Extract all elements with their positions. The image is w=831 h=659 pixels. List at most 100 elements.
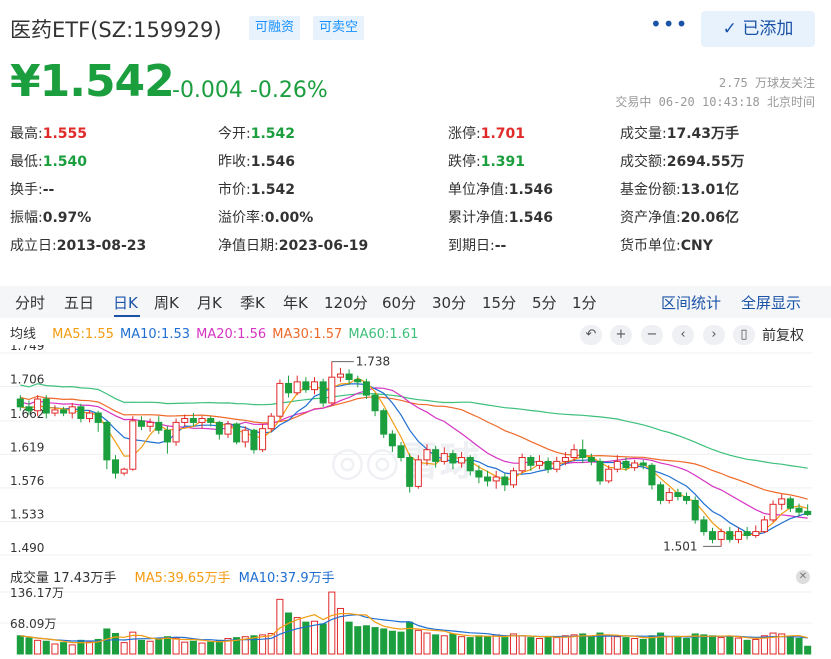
tag-margin-financing: 可融资: [249, 16, 301, 40]
volume-bar: [285, 612, 293, 655]
volume-bar: [371, 627, 379, 655]
range-stats-link[interactable]: 区间统计: [661, 292, 721, 313]
volume-bar: [293, 617, 301, 655]
volume-tick-label: 68.09万: [10, 617, 56, 631]
candle-body: [639, 462, 647, 466]
quote-value: 1.546: [508, 182, 554, 198]
volume-bar: [466, 637, 474, 655]
volume-bar: [354, 626, 362, 655]
volume-bar: [674, 637, 682, 655]
ma5-legend: MA5:1.55: [52, 327, 114, 342]
quote-item: 累计净值:1.546: [448, 207, 553, 227]
quote-label: 最高:: [10, 126, 43, 142]
fullscreen-link[interactable]: 全屏显示: [741, 292, 801, 313]
volume-bar: [60, 642, 68, 655]
candle-body: [207, 418, 215, 423]
quote-label: 单位净值:: [448, 182, 509, 198]
scroll-left-icon[interactable]: ‹: [672, 325, 694, 345]
volume-bar: [553, 637, 561, 655]
quote-item: 今开:1.542: [218, 123, 295, 143]
vol-ma10-line: [20, 614, 808, 642]
volume-bar: [406, 621, 414, 655]
candle-body: [319, 381, 327, 404]
volume-bar: [267, 633, 275, 655]
quote-value: 2013-08-23: [56, 238, 147, 254]
close-volume-icon[interactable]: ✕: [796, 570, 810, 584]
candle-body: [103, 421, 111, 461]
candle-body: [423, 449, 431, 461]
tab-0[interactable]: 分时: [15, 292, 45, 313]
candle-body: [302, 381, 310, 391]
volume-bar: [700, 634, 708, 655]
candle-body: [769, 503, 777, 521]
volume-bar: [639, 638, 647, 655]
volume-bar: [665, 636, 673, 655]
quote-label: 振幅:: [10, 210, 43, 226]
tab-11[interactable]: 5分: [532, 292, 557, 313]
volume-bar: [492, 634, 500, 655]
zoom-in-icon[interactable]: +: [610, 325, 632, 345]
more-icon[interactable]: •••: [650, 12, 688, 36]
volume-bar: [509, 633, 518, 655]
added-button-label: 已添加: [742, 19, 794, 39]
trading-status: 交易中 06-20 10:43:18 北京时间: [615, 95, 815, 109]
tab-7[interactable]: 120分: [324, 292, 368, 313]
quote-label: 涨停:: [448, 126, 481, 142]
candle-body: [172, 421, 180, 443]
tab-4[interactable]: 月K: [197, 292, 222, 313]
volume-chart[interactable]: 136.17万 68.09万: [0, 586, 831, 659]
candle-body: [665, 492, 673, 501]
zoom-out-icon[interactable]: −: [641, 325, 663, 345]
candle-body: [259, 428, 267, 451]
volume-bar: [423, 632, 431, 655]
candle-body: [146, 421, 154, 427]
candle-body: [648, 464, 656, 486]
quote-value: 0.00%: [264, 210, 314, 226]
vol-ma10-legend: MA10:37.9万手: [238, 571, 335, 586]
volume-bar: [484, 636, 492, 655]
price-change-value: -0.004: [172, 78, 243, 103]
added-button[interactable]: ✓ 已添加: [701, 11, 815, 47]
volume-bar: [16, 635, 24, 655]
volume-bar: [414, 629, 422, 655]
ma-legend: 均线 MA5:1.55 MA10:1.53 MA20:1.56 MA30:1.5…: [10, 323, 418, 342]
tab-6[interactable]: 年K: [283, 292, 308, 313]
price-tick-label: 1.533: [10, 507, 44, 521]
candle-body: [137, 420, 145, 427]
volume-bar: [380, 628, 388, 655]
tab-5[interactable]: 季K: [240, 292, 265, 313]
tab-1[interactable]: 五日: [64, 292, 94, 313]
tab-9[interactable]: 30分: [432, 292, 466, 313]
scroll-right-icon[interactable]: ›: [703, 325, 725, 345]
quote-value: 1.546: [250, 154, 296, 170]
volume-bar: [804, 645, 812, 655]
current-price: ¥1.542: [10, 56, 175, 107]
quote-value: --: [42, 182, 55, 198]
volume-bar: [68, 644, 76, 655]
kline-chart[interactable]: 1.7491.7061.6621.6191.5761.5331.490◎◎雪球1…: [0, 345, 831, 563]
quote-label: 净值日期:: [218, 238, 279, 254]
quote-value: 2023-06-19: [278, 238, 369, 254]
candle-body: [336, 373, 344, 378]
candle-body: [475, 470, 483, 478]
tab-3[interactable]: 周K: [154, 292, 179, 313]
volume-bar: [475, 635, 483, 655]
volume-bar: [518, 635, 526, 655]
high-annotation: 1.738: [356, 355, 390, 369]
quote-item: 净值日期:2023-06-19: [218, 235, 368, 255]
volume-bar: [458, 636, 466, 655]
quote-label: 到期日:: [448, 238, 495, 254]
candle-style-icon[interactable]: ▯: [733, 325, 755, 345]
volume-bar: [613, 636, 621, 655]
tab-10[interactable]: 15分: [482, 292, 516, 313]
undo-icon[interactable]: ↶: [580, 325, 602, 345]
candle-body: [544, 460, 552, 470]
tab-12[interactable]: 1分: [572, 292, 597, 313]
volume-bar: [726, 636, 734, 655]
adjust-mode-select[interactable]: 前复权: [762, 325, 804, 345]
tab-2[interactable]: 日K: [113, 292, 138, 313]
volume-bar: [440, 635, 448, 655]
quote-value: 13.01亿: [680, 182, 740, 198]
volume-bar: [207, 641, 215, 655]
tab-8[interactable]: 60分: [382, 292, 416, 313]
